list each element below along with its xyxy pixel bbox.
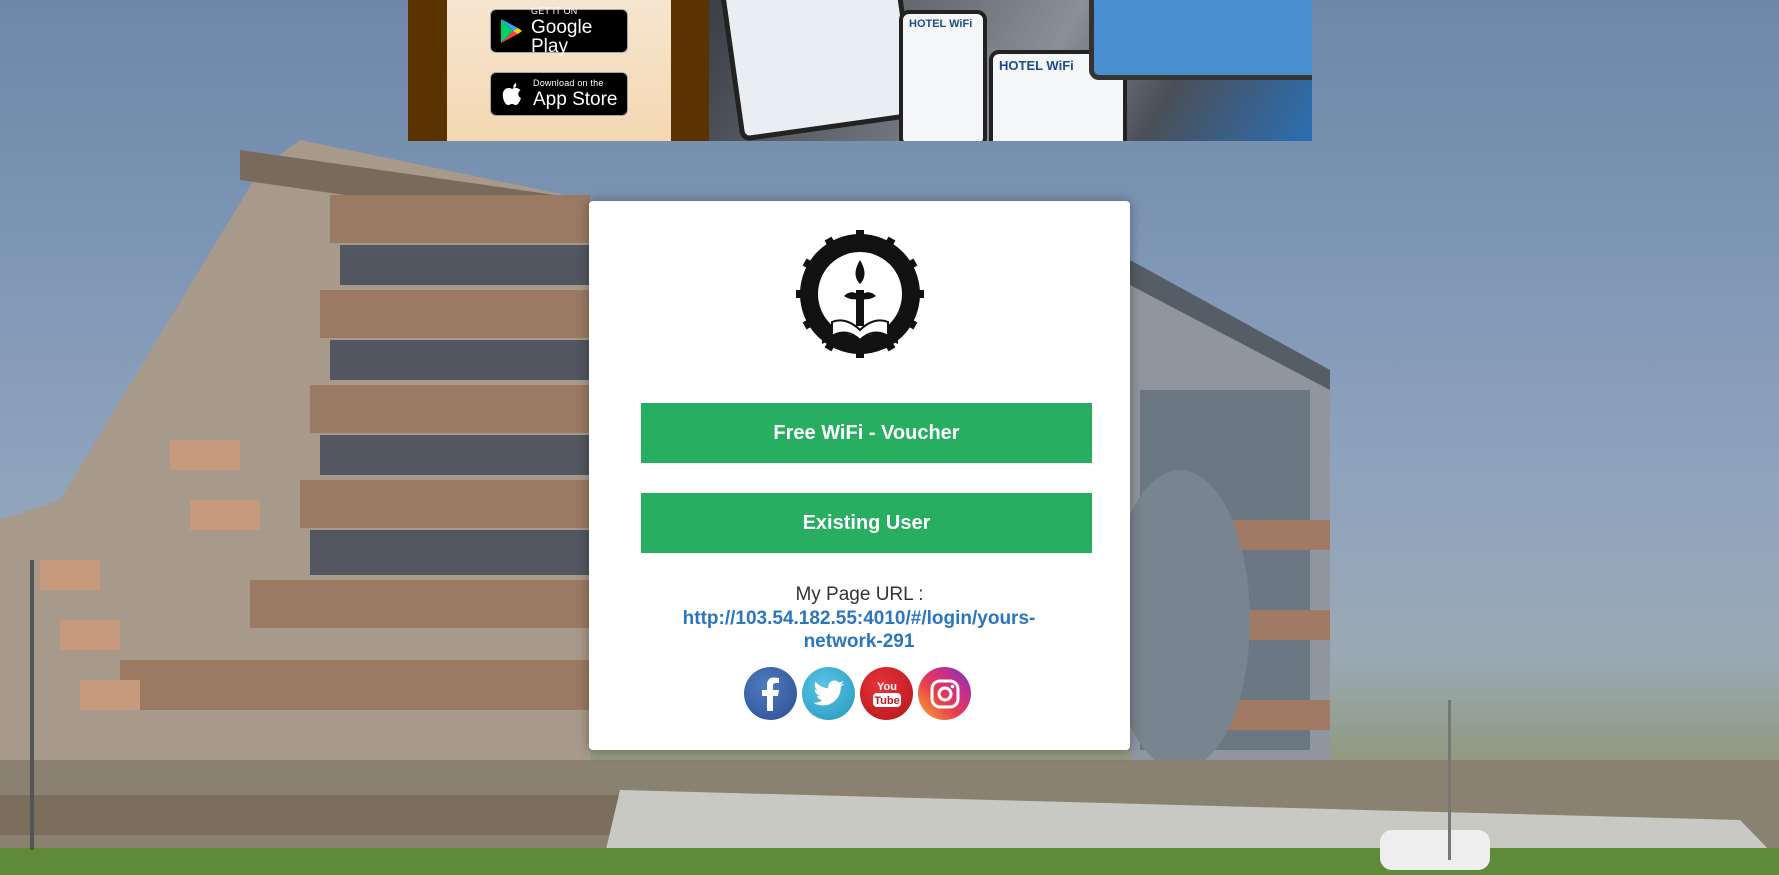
twitter-icon[interactable] <box>802 667 855 720</box>
app-promo-banner: GET IT ON Google Play Download on the Ap… <box>408 0 1312 141</box>
youtube-icon[interactable]: You Tube <box>860 667 913 720</box>
my-page-url-label: My Page URL : <box>795 584 924 605</box>
laptop-device <box>1089 0 1312 80</box>
device-label-1: HOTEL WiFi <box>909 18 973 30</box>
google-play-badge[interactable]: GET IT ON Google Play <box>490 5 628 57</box>
google-play-icon <box>499 17 523 45</box>
my-page-url-link[interactable]: http://103.54.182.55:4010/#/login/yours-… <box>659 607 1059 653</box>
svg-text:You: You <box>877 681 897 693</box>
app-store-small-text: Download on the <box>533 78 604 88</box>
facebook-icon[interactable] <box>744 667 797 720</box>
free-wifi-voucher-button[interactable]: Free WiFi - Voucher <box>641 403 1092 463</box>
banner-border-left <box>408 0 447 141</box>
phone-device-2: HOTEL WiFi <box>899 10 987 141</box>
social-links: You Tube <box>744 667 971 720</box>
apple-icon <box>499 80 525 108</box>
banner-border-mid <box>671 0 709 141</box>
banner-devices-photo: HOTEL WiFi HOTEL WiFi <box>709 0 1312 141</box>
instagram-icon[interactable] <box>918 667 971 720</box>
phone-device-1 <box>718 0 920 141</box>
google-play-big-text: Google Play <box>531 16 593 57</box>
institute-logo <box>792 230 928 366</box>
store-badges-panel: GET IT ON Google Play Download on the Ap… <box>447 0 671 141</box>
existing-user-button[interactable]: Existing User <box>641 493 1092 553</box>
svg-text:Tube: Tube <box>874 695 899 707</box>
google-play-small-text: GET IT ON <box>531 5 578 16</box>
login-card: Free WiFi - Voucher Existing User My Pag… <box>589 201 1130 750</box>
app-store-badge[interactable]: Download on the App Store <box>490 72 628 116</box>
app-store-big-text: App Store <box>533 89 618 110</box>
